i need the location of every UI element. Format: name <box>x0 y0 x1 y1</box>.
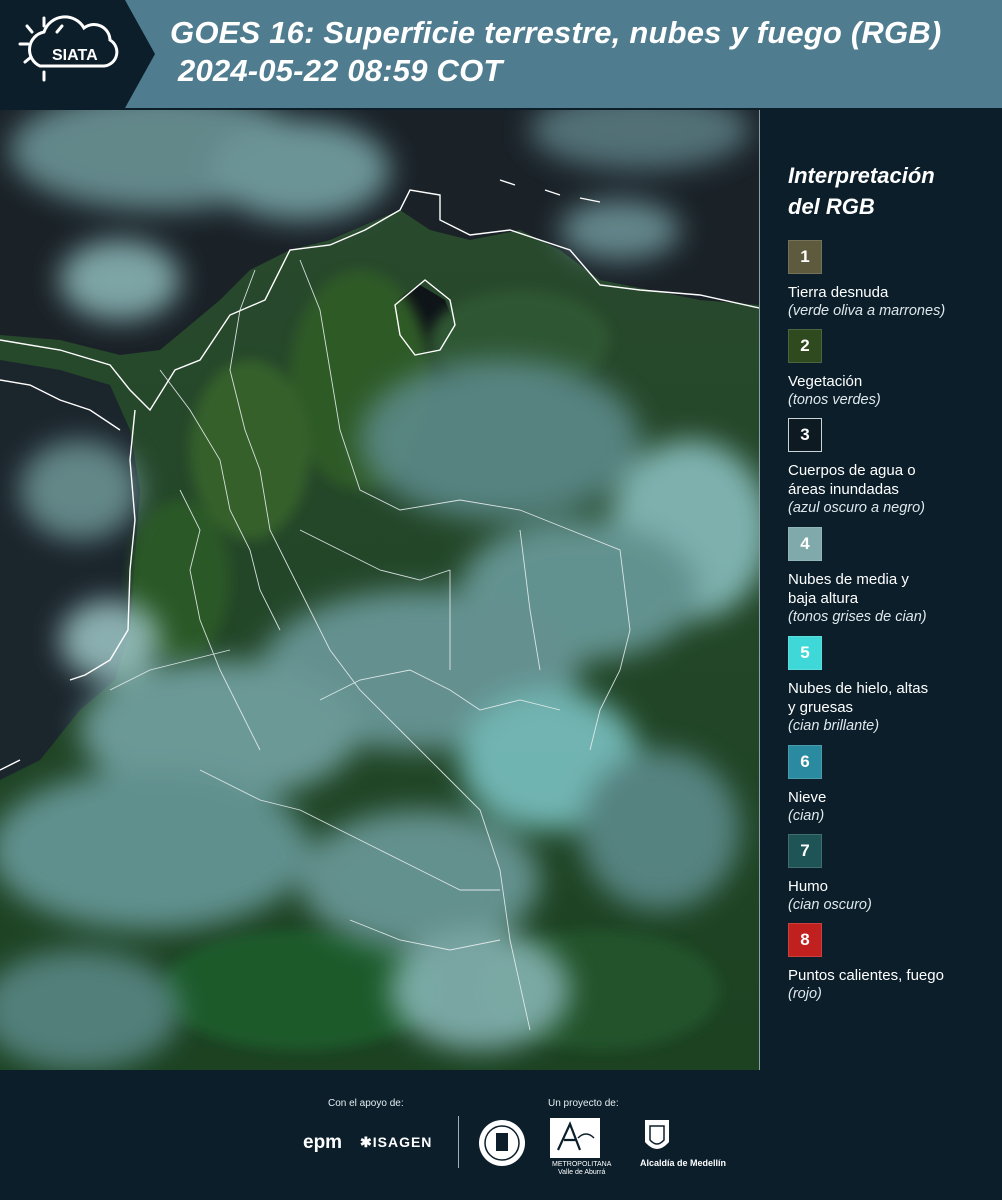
page-footer: Con el apoyo de: Un proyecto de: epm ✱IS… <box>0 1070 1002 1200</box>
isagen-star-icon: ✱ <box>360 1134 373 1150</box>
epm-logo: epm <box>303 1132 343 1153</box>
legend-title-line-1: Interpretación <box>788 163 935 188</box>
isagen-logo: ✱ISAGEN <box>360 1134 432 1151</box>
legend-swatch: 7 <box>788 834 822 868</box>
legend-swatch: 8 <box>788 923 822 957</box>
legend-label: Puntos calientes, fuego <box>788 967 944 984</box>
legend-label: Nubes de hielo, altas y gruesas <box>788 680 929 716</box>
legend-title: Interpretación del RGB <box>788 160 993 222</box>
legend-item: 8 Puntos calientes, fuego (rojo) <box>788 923 993 1012</box>
amva-line-2: Valle de Aburrá <box>558 1169 606 1176</box>
page-header: SIATA GOES 16: Superficie terrestre, nub… <box>0 0 1002 108</box>
legend-hint: (cian oscuro) <box>788 897 872 913</box>
legend-title-line-2: del RGB <box>788 194 875 219</box>
footer-divider <box>458 1116 459 1168</box>
title-line-1: GOES 16: Superficie terrestre, nubes y f… <box>170 15 942 50</box>
legend-swatch: 3 <box>788 418 822 452</box>
title-timestamp: 2024-05-22 08:59 COT <box>178 53 503 88</box>
legend-item: 4 Nubes de media y baja altura (tonos gris… <box>788 527 993 636</box>
legend-item: 1 Tierra desnuda (verde oliva a marrones) <box>788 240 993 329</box>
legend-item: 3 Cuerpos de agua o áreas inundadas (azul … <box>788 418 993 527</box>
logo-text: SIATA <box>52 47 98 64</box>
medellin-seal-icon <box>479 1120 525 1166</box>
legend-hint: (tonos verdes) <box>788 392 881 408</box>
project-label: Un proyecto de: <box>548 1098 619 1109</box>
legend-item: 7 Humo (cian oscuro) <box>788 834 993 923</box>
legend-swatch: 6 <box>788 745 822 779</box>
legend-label: Nieve <box>788 789 827 806</box>
legend-hint: (verde oliva a marrones) <box>788 303 946 319</box>
area-metropolitana-logo-icon <box>550 1118 600 1158</box>
page-title: GOES 16: Superficie terrestre, nubes y f… <box>170 14 941 90</box>
legend-item: 2 Vegetación (tonos verdes) <box>788 329 993 418</box>
legend-swatch: 5 <box>788 636 822 670</box>
alcaldia-label: Alcaldía de Medellín <box>640 1158 727 1168</box>
support-label: Con el apoyo de: <box>328 1098 404 1109</box>
legend-hint: (rojo) <box>788 986 822 1002</box>
legend-items: 1 Tierra desnuda (verde oliva a marrones) 2… <box>788 240 993 1012</box>
legend-hint: (tonos grises de cian) <box>788 609 927 625</box>
alcaldia-shield-icon <box>645 1120 669 1149</box>
legend-hint: (cian) <box>788 808 825 824</box>
legend-label: Vegetación <box>788 373 863 390</box>
satellite-map[interactable] <box>0 110 760 1070</box>
amva-line-1: METROPOLITANA <box>552 1161 612 1168</box>
legend-swatch: 4 <box>788 527 822 561</box>
legend-swatch: 2 <box>788 329 822 363</box>
siata-logo: SIATA <box>0 0 155 108</box>
legend-swatch: 1 <box>788 240 822 274</box>
legend-item: 5 Nubes de hielo, altas y gruesas (cian br… <box>788 636 993 745</box>
legend-label: Nubes de media y baja altura <box>788 571 909 607</box>
legend-label: Humo <box>788 878 829 895</box>
rgb-legend: Interpretación del RGB 1 Tierra desnuda (v… <box>788 160 993 1012</box>
legend-item: 6 Nieve (cian) <box>788 745 993 834</box>
legend-label: Tierra desnuda <box>788 284 889 301</box>
legend-hint: (azul oscuro a negro) <box>788 500 926 516</box>
isagen-logo-text: ISAGEN <box>372 1134 433 1150</box>
legend-hint: (cian brillante) <box>788 718 880 734</box>
legend-label: Cuerpos de agua o áreas inundadas <box>788 462 916 498</box>
